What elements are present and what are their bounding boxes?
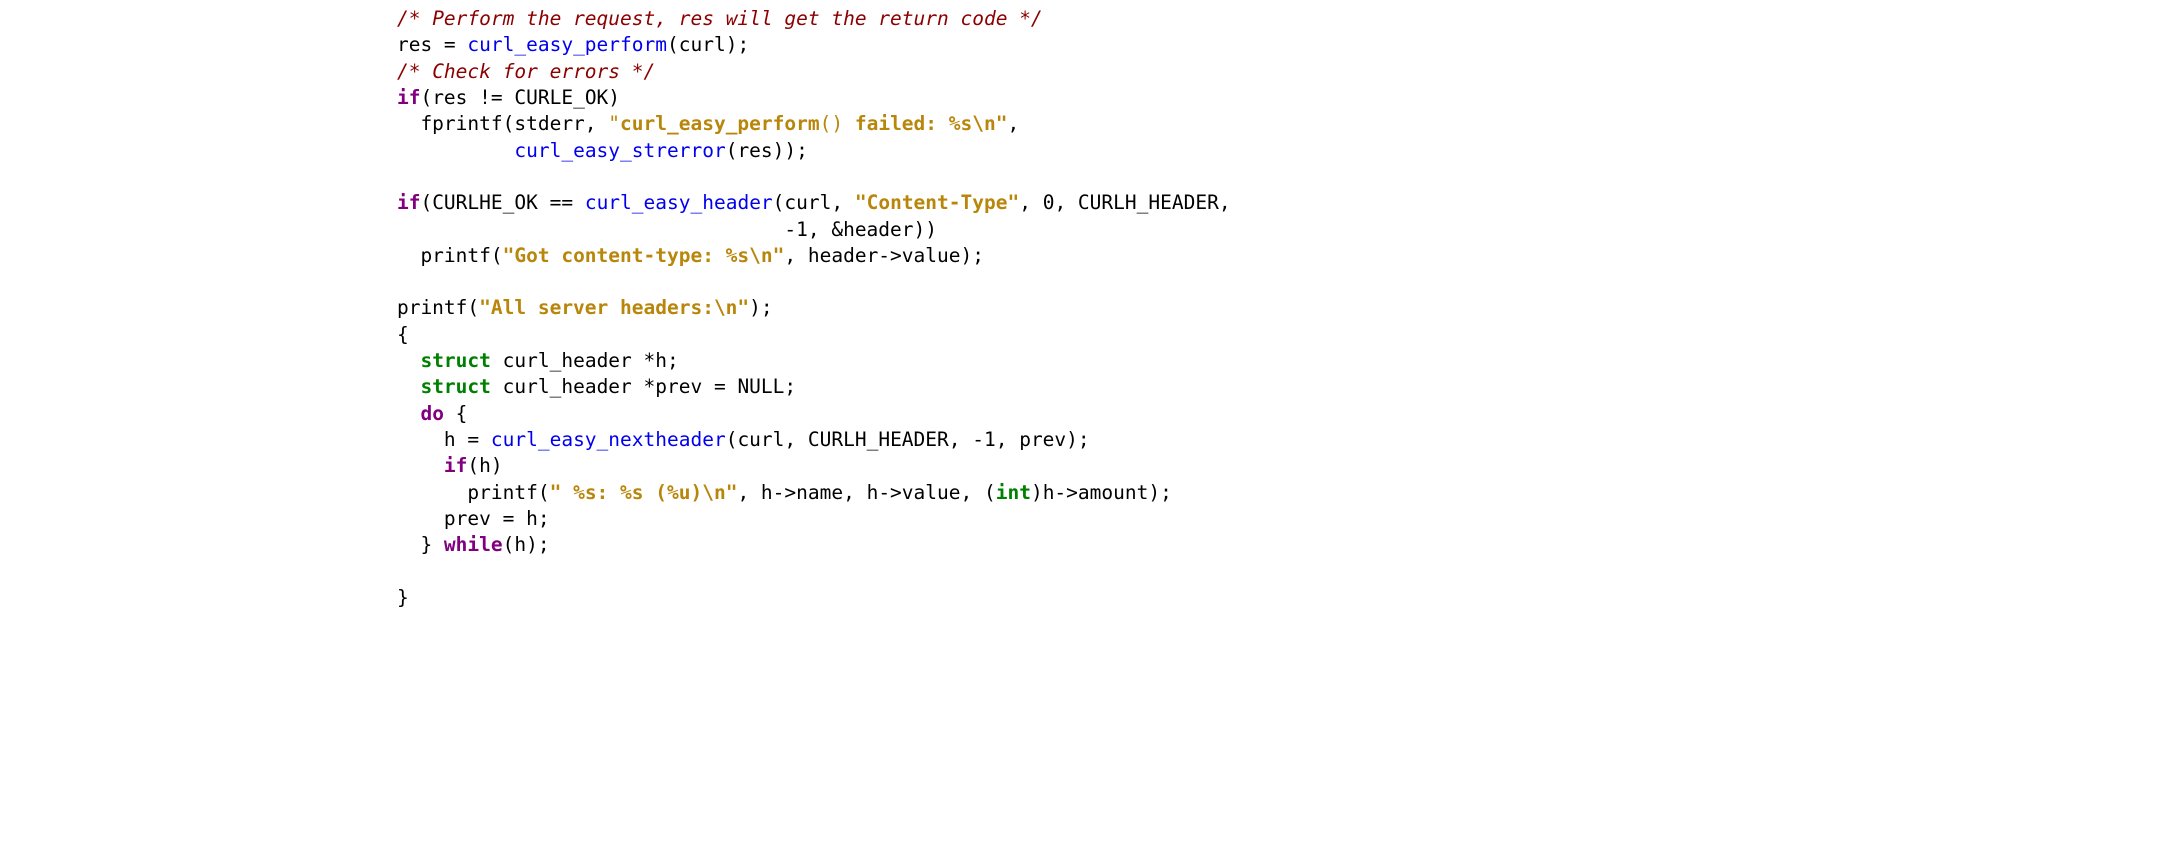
blank-line: [350, 560, 362, 583]
code-line: }: [350, 586, 409, 609]
keyword-struct: struct: [420, 349, 490, 372]
keyword-int: int: [996, 481, 1031, 504]
keyword-do: do: [420, 402, 443, 425]
code-line: fprintf(stderr, "curl_easy_perform() fai…: [350, 112, 1019, 135]
code-line: printf(" %s: %s (%u)\n", h->name, h->val…: [350, 481, 1172, 504]
code-line: h = curl_easy_nextheader(curl, CURLH_HEA…: [350, 428, 1090, 451]
code-line: struct curl_header *h;: [350, 349, 679, 372]
code-line: if(h): [350, 454, 503, 477]
code-line: curl_easy_strerror(res));: [350, 139, 808, 162]
func-call: curl_easy_perform: [467, 33, 667, 56]
code-line: {: [350, 323, 409, 346]
code-line: printf("Got content-type: %s\n", header-…: [350, 244, 984, 267]
func-call: curl_easy_nextheader: [491, 428, 726, 451]
blank-line: [350, 165, 362, 188]
code-line: prev = h;: [350, 507, 550, 530]
string-literal: "curl_easy_perform() failed: %s\n": [608, 112, 1007, 135]
blank-line: [350, 270, 362, 293]
comment: /* Check for errors */: [350, 60, 655, 83]
string-literal: "Got content-type: %s\n": [503, 244, 785, 267]
code-block: /* Perform the request, res will get the…: [0, 0, 2163, 611]
code-line: struct curl_header *prev = NULL;: [350, 375, 796, 398]
keyword-while: while: [444, 533, 503, 556]
code-line: -1, &header)): [350, 218, 937, 241]
keyword-if: if: [397, 86, 420, 109]
code-line: do {: [350, 402, 467, 425]
code-line: printf("All server headers:\n");: [350, 296, 773, 319]
func-call: curl_easy_header: [585, 191, 773, 214]
string-literal: "All server headers:\n": [479, 296, 749, 319]
keyword-struct: struct: [420, 375, 490, 398]
code-line: if(CURLHE_OK == curl_easy_header(curl, "…: [350, 191, 1231, 214]
code-line: } while(h);: [350, 533, 550, 556]
string-literal: " %s: %s (%u)\n": [550, 481, 738, 504]
keyword-if: if: [444, 454, 467, 477]
code-line: res = curl_easy_perform(curl);: [350, 33, 749, 56]
string-literal: "Content-Type": [855, 191, 1019, 214]
keyword-if: if: [397, 191, 420, 214]
code-line: if(res != CURLE_OK): [350, 86, 620, 109]
func-call: curl_easy_strerror: [514, 139, 725, 162]
comment: /* Perform the request, res will get the…: [350, 7, 1043, 30]
